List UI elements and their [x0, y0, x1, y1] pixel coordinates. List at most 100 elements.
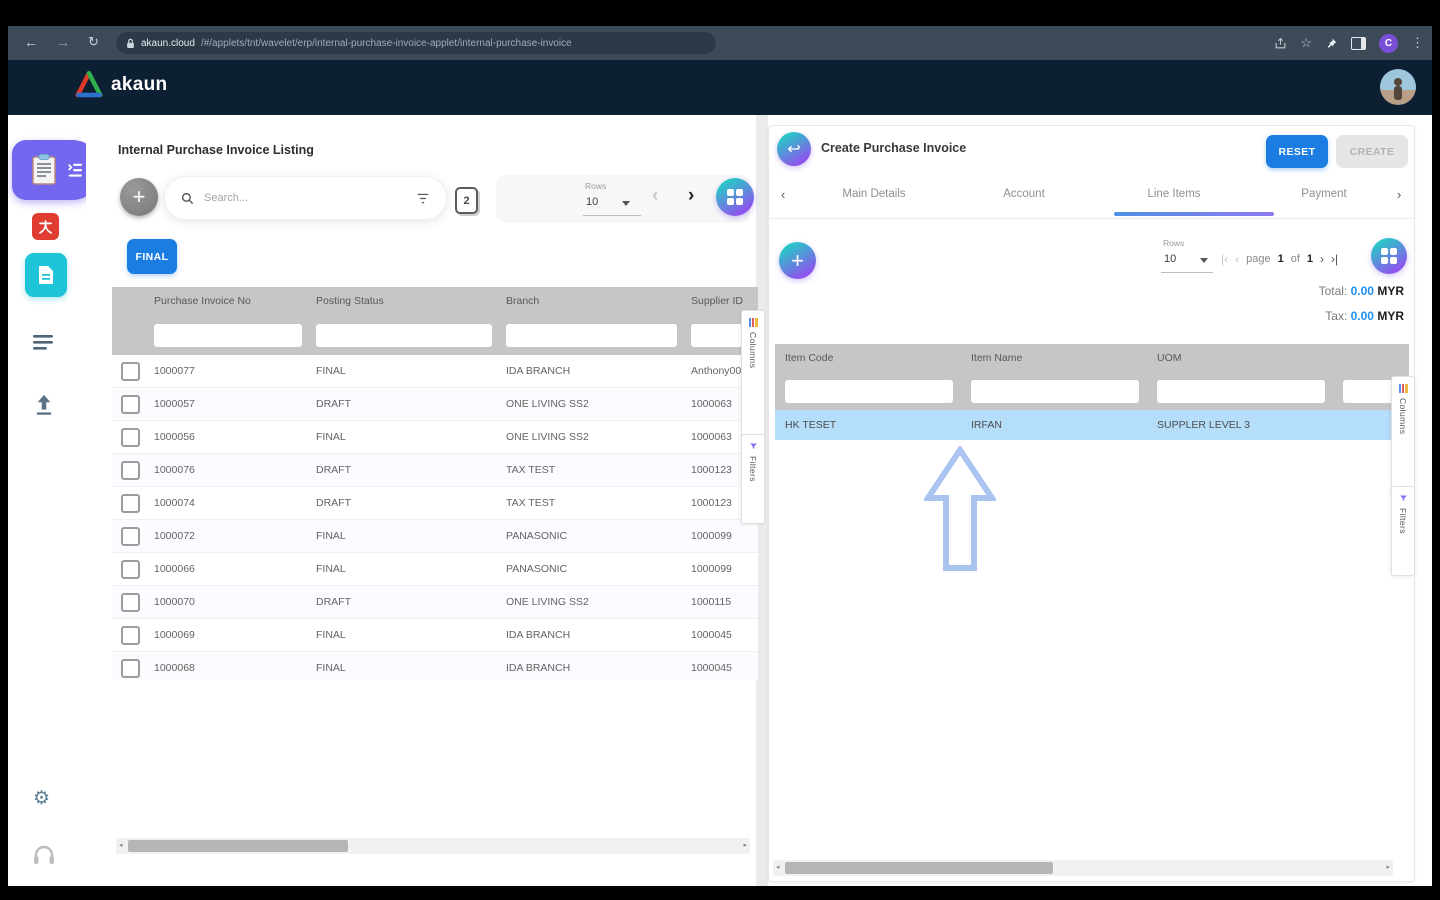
side-panel-icon[interactable] [1351, 37, 1366, 50]
invoice-table-row[interactable]: 1000070 DRAFT ONE LIVING SS2 1000115 [112, 586, 758, 619]
row-checkbox[interactable] [121, 461, 140, 480]
col-header-item-code[interactable]: Item Code [775, 352, 961, 364]
browser-menu-icon[interactable]: ⋮ [1411, 35, 1424, 51]
filter-input-posting-status[interactable] [316, 324, 492, 347]
settings-gear-icon[interactable]: ⚙ [33, 787, 50, 810]
invoice-table-row[interactable]: 1000068 FINAL IDA BRANCH 1000045 [112, 652, 758, 679]
row-checkbox[interactable] [121, 527, 140, 546]
row-checkbox[interactable] [121, 626, 140, 645]
next-page-icon[interactable]: › [688, 187, 694, 205]
horizontal-scrollbar[interactable]: ◂ ▸ [116, 838, 750, 854]
filter-input-branch[interactable] [506, 324, 677, 347]
sidebar-item-red-applet[interactable] [32, 213, 59, 240]
prev-page-icon[interactable]: ‹ [652, 187, 658, 205]
row-checkbox[interactable] [121, 494, 140, 513]
url-path: /#/applets/tnt/wavelet/erp/internal-purc… [201, 38, 572, 49]
filter-input-invoice-no[interactable] [154, 324, 302, 347]
browser-reload-icon[interactable]: ↻ [88, 33, 99, 51]
cell-branch: IDA BRANCH [500, 365, 685, 377]
share-icon[interactable] [1274, 37, 1287, 50]
col-header-uom[interactable]: UOM [1147, 352, 1333, 364]
col-header-item-name[interactable]: Item Name [961, 352, 1147, 364]
saved-filters-badge[interactable]: 2 [455, 187, 478, 214]
filter-input-item-code[interactable] [785, 380, 953, 403]
tab-main-details[interactable]: Main Details [799, 188, 949, 200]
tab-payment[interactable]: Payment [1249, 188, 1399, 200]
cell-invoice-no: 1000069 [148, 629, 310, 641]
rows-caret-down-icon[interactable] [1200, 258, 1208, 263]
grid-view-button[interactable] [716, 178, 754, 216]
columns-side-tab[interactable]: Columns [741, 310, 765, 438]
tab-line-items[interactable]: Line Items [1099, 188, 1249, 200]
prev-page-icon[interactable]: ‹ [1235, 252, 1239, 266]
sidebar-item-upload[interactable] [33, 393, 55, 417]
invoice-table-row[interactable]: 1000076 DRAFT TAX TEST 1000123 [112, 454, 758, 487]
rows-caret-down-icon[interactable] [622, 201, 630, 206]
invoice-table-row[interactable]: 1000069 FINAL IDA BRANCH 1000045 [112, 619, 758, 652]
rows-per-page-value[interactable]: 10 [1164, 253, 1176, 265]
row-checkbox[interactable] [121, 659, 140, 678]
final-filter-button[interactable]: FINAL [127, 239, 177, 274]
line-item-row-selected[interactable]: HK TESET IRFAN SUPPLER LEVEL 3 [775, 410, 1409, 440]
row-checkbox[interactable] [121, 428, 140, 447]
add-invoice-button[interactable]: + [120, 178, 158, 216]
filter-input-uom[interactable] [1157, 380, 1325, 403]
first-page-icon[interactable]: |‹ [1221, 252, 1228, 266]
filters-side-tab[interactable]: Filters [1391, 486, 1415, 576]
bookmark-star-icon[interactable]: ☆ [1300, 35, 1312, 51]
browser-back-icon[interactable]: ← [24, 33, 38, 51]
invoice-table-row[interactable]: 1000077 FINAL IDA BRANCH Anthony00 [112, 355, 758, 388]
add-line-item-button[interactable]: + [779, 242, 816, 279]
col-header-invoice-no[interactable]: Purchase Invoice No [148, 295, 310, 307]
extension-pin-icon[interactable] [1325, 37, 1338, 50]
invoice-table-row[interactable]: 1000074 DRAFT TAX TEST 1000123 [112, 487, 758, 520]
table-filter-row [775, 372, 1409, 410]
browser-profile-avatar[interactable]: C [1379, 34, 1398, 53]
scrollbar-thumb[interactable] [785, 862, 1053, 874]
last-page-icon[interactable]: ›| [1331, 252, 1338, 266]
reset-button[interactable]: RESET [1266, 135, 1328, 168]
pagination-controls: |‹ ‹ page 1 of 1 › ›| [1221, 252, 1338, 266]
search-input[interactable] [202, 191, 408, 205]
filters-icon [749, 442, 758, 451]
row-checkbox[interactable] [121, 395, 140, 414]
invoice-table-row[interactable]: 1000072 FINAL PANASONIC 1000099 [112, 520, 758, 553]
scroll-right-icon[interactable]: ▸ [743, 841, 747, 849]
address-bar[interactable]: akaun.cloud/#/applets/tnt/wavelet/erp/in… [116, 32, 716, 54]
columns-side-tab[interactable]: Columns [1391, 376, 1415, 492]
back-button[interactable]: ↩ [777, 132, 811, 166]
row-checkbox[interactable] [121, 593, 140, 612]
col-header-branch[interactable]: Branch [500, 295, 685, 307]
create-button[interactable]: CREATE [1336, 135, 1408, 168]
tab-account[interactable]: Account [949, 188, 1099, 200]
total-currency: MYR [1377, 284, 1404, 298]
scroll-right-icon[interactable]: ▸ [1386, 863, 1390, 871]
grid-view-button[interactable] [1371, 238, 1407, 274]
horizontal-scrollbar[interactable]: ◂ ▸ [773, 860, 1393, 876]
scroll-left-icon[interactable]: ◂ [776, 863, 780, 871]
browser-forward-icon[interactable]: → [56, 33, 70, 51]
sidebar-item-list[interactable] [32, 333, 54, 351]
filter-input-item-name[interactable] [971, 380, 1139, 403]
col-header-posting-status[interactable]: Posting Status [310, 295, 500, 307]
brand-logo[interactable]: akaun [74, 71, 167, 98]
filters-side-tab[interactable]: Filters [741, 434, 765, 524]
tabs-scroll-right-icon[interactable]: › [1397, 187, 1401, 202]
invoice-table-row[interactable]: 1000066 FINAL PANASONIC 1000099 [112, 553, 758, 586]
sidebar-item-document-applet[interactable] [25, 253, 67, 297]
user-avatar[interactable] [1380, 69, 1416, 105]
support-headset-icon[interactable] [32, 843, 56, 865]
col-header-supplier-id[interactable]: Supplier ID [685, 295, 758, 307]
filter-funnel-icon[interactable] [416, 192, 430, 205]
invoice-table-row[interactable]: 1000057 DRAFT ONE LIVING SS2 1000063 [112, 388, 758, 421]
rows-per-page-value[interactable]: 10 [586, 196, 598, 208]
scrollbar-thumb[interactable] [128, 840, 348, 852]
next-page-icon[interactable]: › [1320, 252, 1324, 266]
row-checkbox[interactable] [121, 560, 140, 579]
scroll-left-icon[interactable]: ◂ [119, 841, 123, 849]
tax-amount: Tax: 0.00 MYR [1325, 309, 1404, 323]
tabs-scroll-left-icon[interactable]: ‹ [781, 187, 785, 202]
invoice-table-row[interactable]: 1000056 FINAL ONE LIVING SS2 1000063 [112, 421, 758, 454]
cell-supplier-id: 1000099 [685, 530, 758, 542]
row-checkbox[interactable] [121, 362, 140, 381]
